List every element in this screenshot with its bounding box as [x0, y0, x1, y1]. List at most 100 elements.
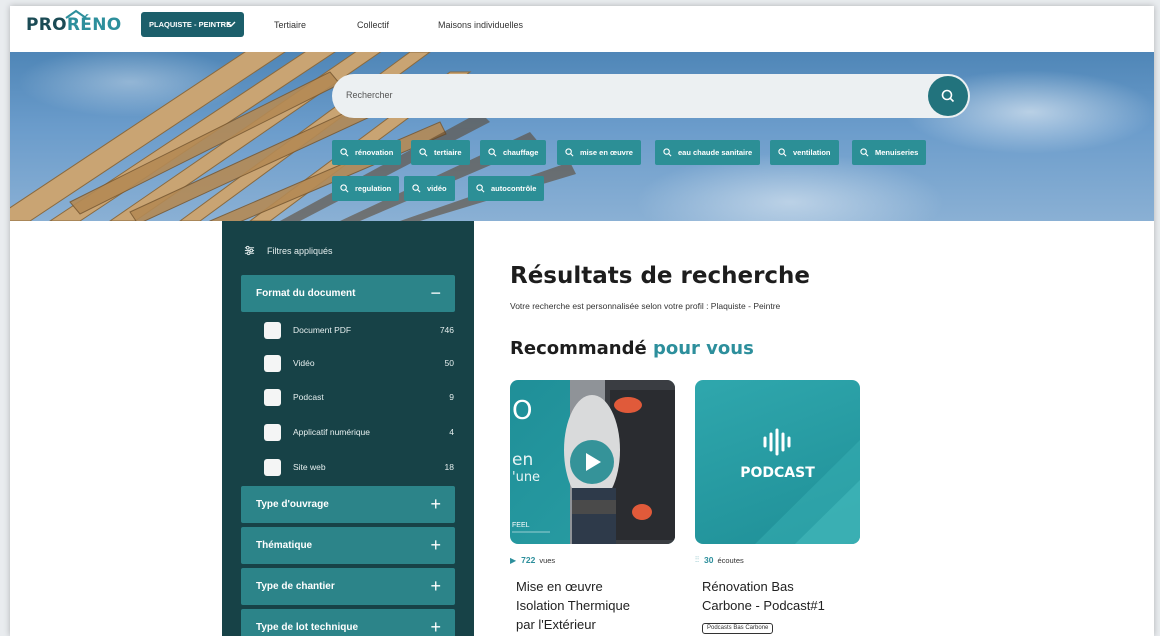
checkbox[interactable] [264, 388, 281, 406]
search-icon [565, 148, 574, 157]
results-subtitle: Votre recherche est personnalisée selon … [510, 301, 781, 311]
accordion-title: Type d'ouvrage [256, 499, 329, 510]
chip-label: chauffage [503, 148, 539, 157]
chip-label: tertiaire [434, 148, 462, 157]
plus-icon: + [430, 535, 441, 555]
checkbox[interactable] [264, 423, 281, 441]
accordion-type-lot-technique[interactable]: Type de lot technique + [241, 609, 455, 636]
chip-chauffage[interactable]: chauffage [480, 140, 547, 165]
option-label: Vidéo [293, 358, 315, 368]
nav-link-tertiaire[interactable]: Tertiaire [274, 20, 306, 30]
option-count: 18 [444, 462, 454, 472]
chip-eau-chaude-sanitaire[interactable]: eau chaude sanitaire [655, 140, 761, 165]
checkbox[interactable] [264, 354, 281, 372]
applied-filters-header[interactable]: Filtres appliqués [244, 245, 333, 256]
chip-label: vidéo [427, 184, 447, 193]
plus-icon: + [430, 576, 441, 596]
video-thumbnail-image [512, 380, 675, 544]
hero-banner: Rechercher rénovation tertiaire chauffag… [10, 52, 1154, 221]
accordion-title: Format du document [256, 288, 356, 299]
search-icon [340, 184, 349, 193]
option-label: Site web [293, 462, 326, 472]
minus-icon: − [430, 283, 441, 303]
roof-icon [65, 9, 87, 19]
title-line: par l'Extérieur [516, 617, 596, 632]
chip-label: autocontrôle [491, 184, 537, 193]
chip-label: eau chaude sanitaire [678, 148, 753, 157]
profile-dropdown-label: PLAQUISTE - PEINTRE [149, 20, 232, 29]
chip-ventilation[interactable]: ventilation [770, 140, 839, 165]
overlay-brand: FEEL [512, 522, 530, 529]
video-card-title[interactable]: Mise en œuvre Isolation Thermique par l'… [516, 577, 691, 634]
video-card-thumbnail[interactable]: O en 'une FEEL [510, 380, 675, 544]
results-title: Résultats de recherche [510, 263, 811, 289]
chip-renovation[interactable]: rénovation [332, 140, 402, 165]
search-bar[interactable]: Rechercher [332, 74, 970, 118]
chip-menuiseries[interactable]: Menuiseries [852, 140, 927, 165]
search-icon [412, 184, 421, 193]
recommended-title-a: Recommandé [510, 338, 647, 359]
chip-tertiaire[interactable]: tertiaire [411, 140, 470, 165]
overlay-text-o: O [512, 396, 533, 426]
checkbox[interactable] [264, 321, 281, 339]
filter-option-applicatif-numerique[interactable]: Applicatif numérique 4 [264, 422, 454, 442]
chip-label: mise en œuvre [580, 148, 633, 157]
chip-regulation[interactable]: regulation [332, 176, 400, 201]
accordion-type-chantier[interactable]: Type de chantier + [241, 568, 455, 605]
search-icon [778, 148, 787, 157]
podcast-tag[interactable]: Podcasts Bas Carbone [702, 623, 774, 634]
filter-option-video[interactable]: Vidéo 50 [264, 353, 454, 373]
title-line: Mise en œuvre [516, 579, 603, 594]
video-views: ▶ 722 vues [510, 555, 555, 565]
sliders-icon [244, 245, 255, 256]
accordion-format-document[interactable]: Format du document − [241, 275, 455, 312]
chip-autocontrole[interactable]: autocontrôle [468, 176, 545, 201]
accordion-thematique[interactable]: Thématique + [241, 527, 455, 564]
title-line: Carbone - Podcast#1 [702, 598, 825, 613]
nav-link-collectif[interactable]: Collectif [357, 20, 389, 30]
search-icon [941, 89, 955, 103]
option-count: 746 [439, 325, 454, 335]
views-unit: vues [539, 555, 556, 565]
prореno-logo[interactable]: PRORÉNO [26, 9, 122, 35]
filter-option-document-pdf[interactable]: Document PDF 746 [264, 320, 454, 340]
option-count: 9 [449, 392, 454, 402]
title-line: Rénovation Bas [702, 579, 794, 594]
podcast-card-thumbnail[interactable]: PODCAST [695, 380, 860, 544]
search-icon [476, 184, 485, 193]
chevron-down-icon [226, 21, 236, 27]
filter-option-podcast[interactable]: Podcast 9 [264, 387, 454, 407]
plus-icon: + [430, 494, 441, 514]
option-label: Document PDF [293, 325, 352, 335]
accordion-type-ouvrage[interactable]: Type d'ouvrage + [241, 486, 455, 523]
applied-filters-label: Filtres appliqués [267, 245, 333, 256]
audio-wave-small-icon: ⫶⫶ [695, 555, 699, 564]
chip-video[interactable]: vidéo [404, 176, 455, 201]
filters-sidebar: Filtres appliqués Format du document − D… [222, 221, 474, 636]
checkbox[interactable] [264, 458, 281, 476]
top-header: PRORÉNO PLAQUISTE - PEINTRE Tertiaire Co… [10, 6, 1154, 52]
search-placeholder[interactable]: Rechercher [346, 90, 393, 100]
search-icon [860, 148, 869, 157]
chip-label: regulation [355, 184, 392, 193]
option-label: Applicatif numérique [293, 427, 371, 437]
search-button[interactable] [928, 76, 968, 116]
filter-option-site-web[interactable]: Site web 18 [264, 457, 454, 477]
option-count: 50 [444, 358, 454, 368]
views-count: 722 [521, 555, 536, 565]
nav-link-maisons[interactable]: Maisons individuelles [438, 20, 523, 30]
plus-icon: + [430, 617, 441, 636]
accordion-title: Type de lot technique [256, 622, 359, 633]
profile-dropdown[interactable]: PLAQUISTE - PEINTRE [141, 12, 244, 37]
podcast-listens: ⫶⫶ 30 écoutes [695, 555, 744, 565]
recommended-title-b: pour vous [652, 338, 754, 359]
app-frame: PRORÉNO PLAQUISTE - PEINTRE Tertiaire Co… [10, 6, 1154, 636]
listens-count: 30 [704, 555, 714, 565]
listens-unit: écoutes [717, 555, 744, 565]
podcast-overlay-label: PODCAST [740, 465, 815, 481]
search-icon [663, 148, 672, 157]
search-icon [488, 148, 497, 157]
option-count: 4 [449, 427, 454, 437]
podcast-card-title[interactable]: Rénovation Bas Carbone - Podcast#1 [702, 577, 877, 615]
chip-mise-en-oeuvre[interactable]: mise en œuvre [557, 140, 641, 165]
